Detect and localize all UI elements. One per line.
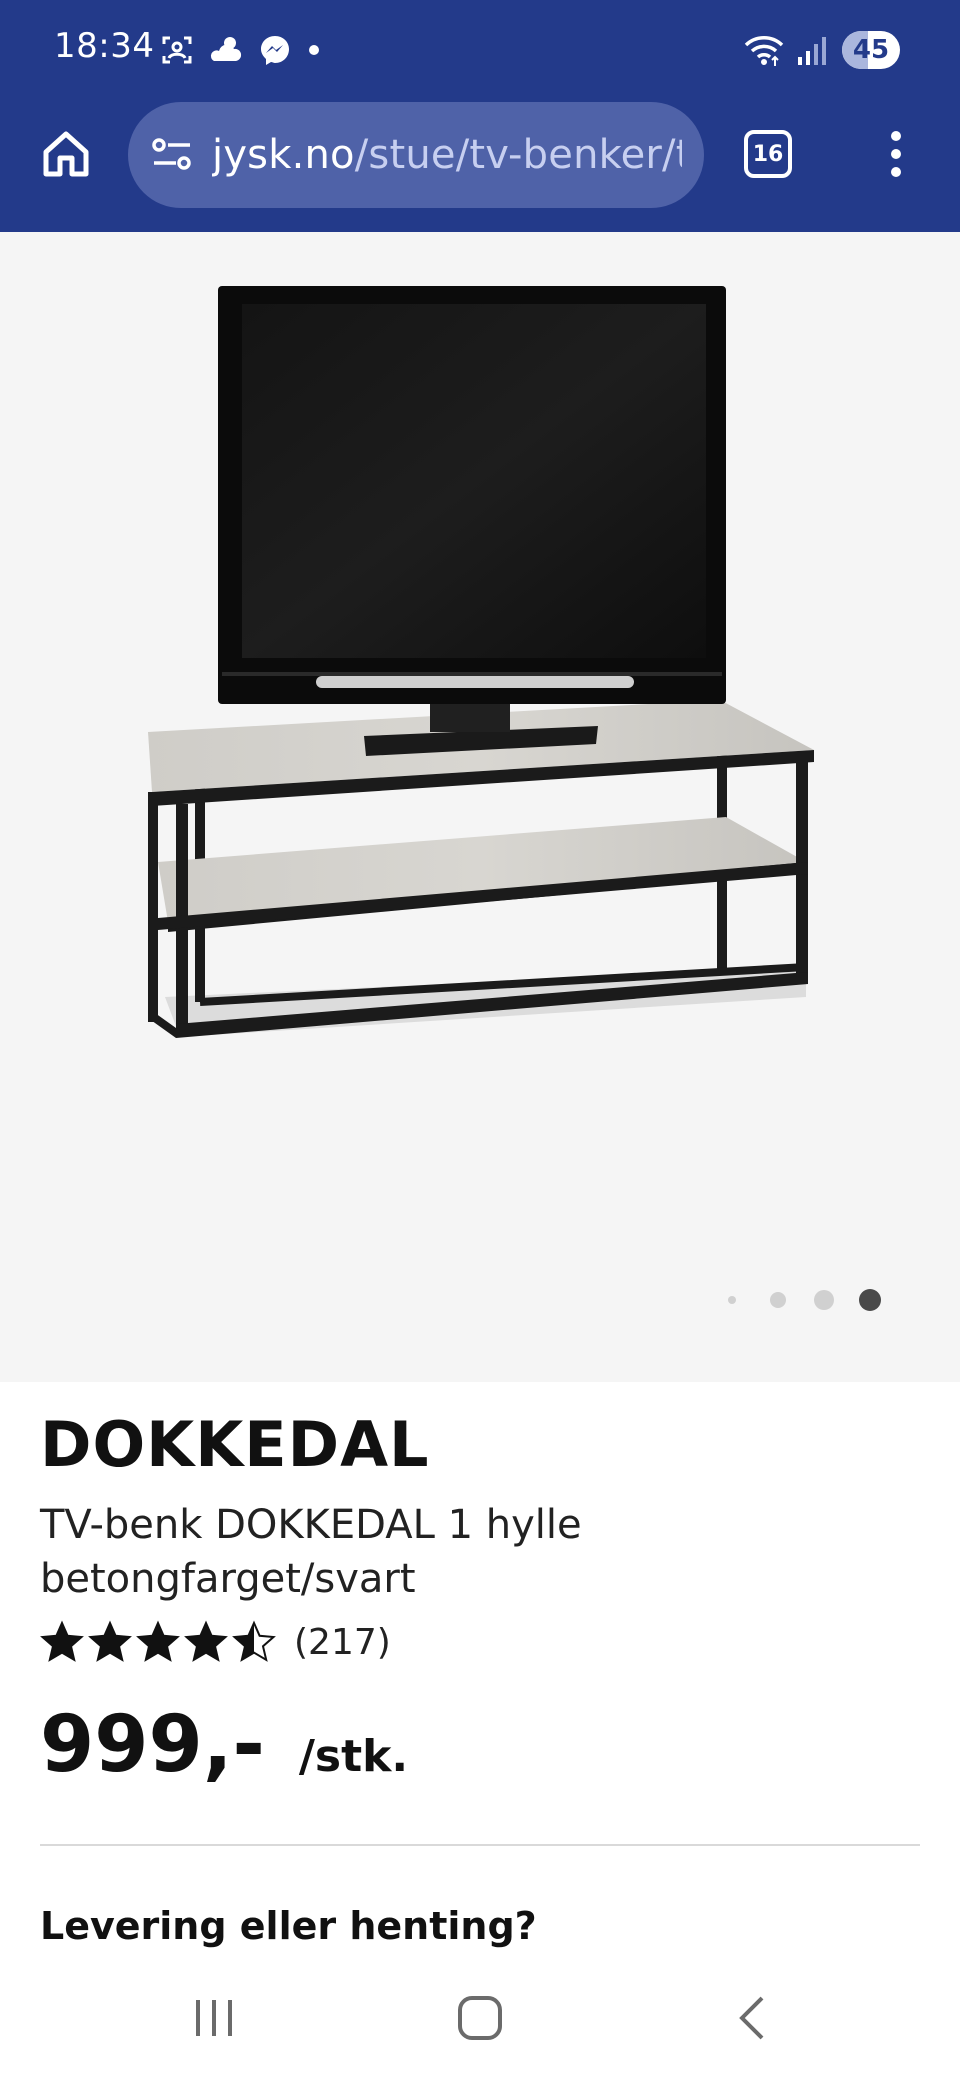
signal-icon — [798, 37, 826, 65]
gallery-dot[interactable] — [728, 1296, 736, 1304]
status-time: 18:34 — [54, 26, 155, 66]
section-divider — [40, 1844, 920, 1846]
recent-apps-icon — [196, 2000, 232, 2036]
more-menu-button[interactable] — [872, 122, 920, 186]
wifi-icon — [744, 36, 784, 66]
messenger-icon — [261, 36, 289, 65]
battery-level: 45 — [852, 35, 890, 65]
home-icon — [43, 131, 89, 177]
home-nav-button[interactable] — [440, 1982, 520, 2054]
price-unit: /stk. — [298, 1731, 409, 1782]
status-bar: 18:34 45 — [0, 0, 960, 100]
site-settings-icon[interactable] — [150, 133, 194, 177]
recent-apps-button[interactable] — [174, 1982, 254, 2054]
star-full-icon — [88, 1620, 132, 1662]
battery-icon: 45 — [842, 31, 900, 69]
back-icon — [739, 1996, 764, 2040]
url-text[interactable]: jysk.no/stue/tv-benker/tv — [212, 132, 682, 178]
url-host: jysk.no — [212, 132, 355, 178]
product-rating[interactable]: (217) — [40, 1614, 391, 1670]
menu-dot-icon — [891, 131, 901, 141]
screenshot-icon — [162, 36, 192, 64]
rating-stars — [40, 1620, 276, 1664]
status-system-icons: 45 — [744, 28, 900, 72]
browser-toolbar: jysk.no/stue/tv-benker/tv 16 — [0, 100, 960, 232]
gallery-pagination — [0, 1280, 960, 1320]
back-button[interactable] — [712, 1982, 792, 2054]
product-image — [148, 286, 814, 1038]
price-value: 999,- — [40, 1700, 265, 1790]
review-count: (217) — [294, 1621, 391, 1663]
home-button[interactable] — [34, 122, 98, 186]
gallery-dot[interactable] — [814, 1290, 834, 1310]
product-price: 999,- /stk. — [40, 1700, 408, 1790]
home-nav-icon — [458, 1996, 502, 2040]
menu-dot-icon — [891, 149, 901, 159]
star-half-icon — [232, 1620, 276, 1662]
weather-icon — [210, 37, 242, 61]
address-bar[interactable]: jysk.no/stue/tv-benker/tv — [128, 102, 704, 208]
url-path: /stue/tv-benker/tv — [354, 132, 682, 178]
product-brand: DOKKEDAL — [40, 1408, 430, 1481]
delivery-heading: Levering eller henting? — [40, 1904, 537, 1948]
product-subtitle: TV-benk DOKKEDAL 1 hylle betongfarget/sv… — [40, 1502, 582, 1602]
tab-switcher-button[interactable]: 16 — [744, 130, 792, 178]
status-notification-icons — [160, 32, 322, 68]
gallery-dot[interactable] — [770, 1292, 786, 1308]
product-image-gallery[interactable] — [0, 232, 960, 1382]
menu-dot-icon — [891, 167, 901, 177]
star-full-icon — [184, 1620, 228, 1662]
tab-count: 16 — [752, 141, 784, 167]
system-navigation-bar — [0, 1960, 960, 2080]
browser-chrome: 18:34 45 jysk.no/stue/tv-benker/tv 16 — [0, 0, 960, 232]
gallery-dot-active[interactable] — [859, 1289, 881, 1311]
star-full-icon — [136, 1620, 180, 1662]
dot-icon — [309, 45, 319, 55]
star-full-icon — [40, 1620, 84, 1662]
